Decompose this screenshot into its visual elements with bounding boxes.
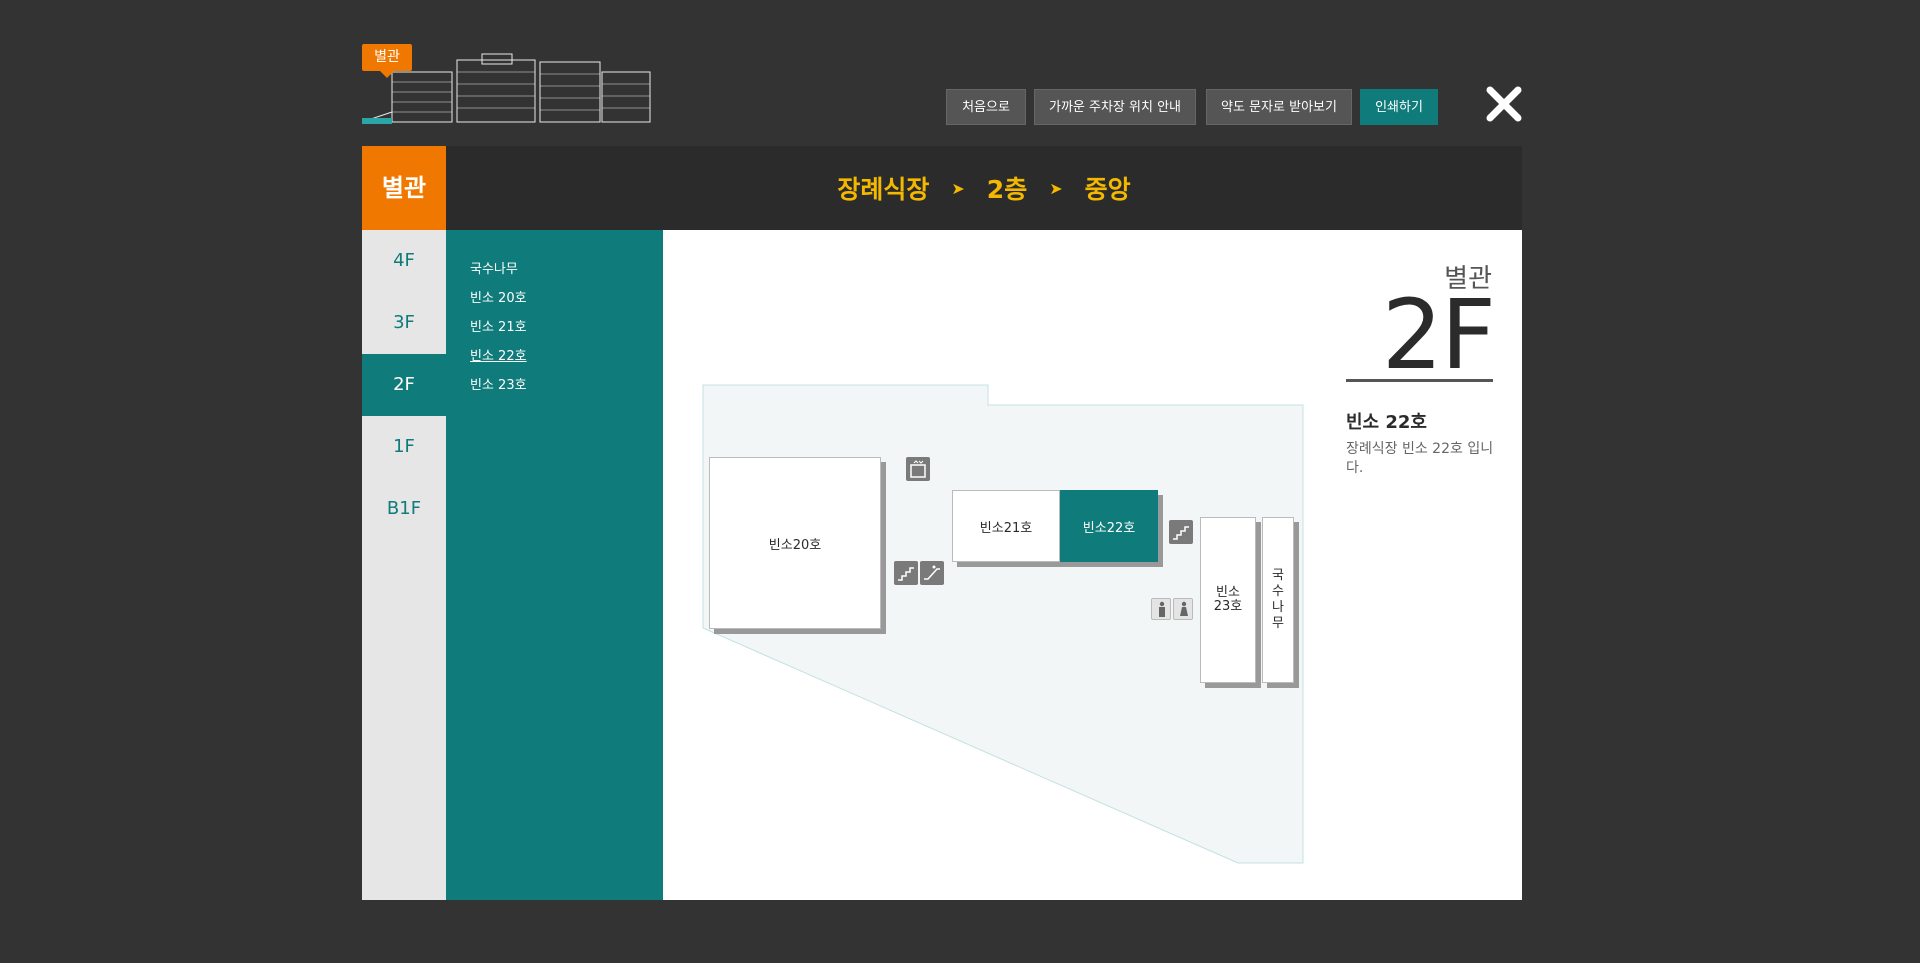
room-link-22[interactable]: 빈소 22호 <box>470 345 527 364</box>
divider <box>1346 379 1493 382</box>
info-title: 빈소 22호 <box>1346 412 1427 433</box>
elevator-icon <box>906 457 930 481</box>
floor-tab-b1f[interactable]: B1F <box>362 478 446 540</box>
room-21[interactable]: 빈소21호 <box>952 490 1060 562</box>
sms-map-button[interactable]: 약도 문자로 받아보기 <box>1206 89 1352 125</box>
stairs-icon <box>894 561 918 585</box>
info-floor: 2F <box>1381 279 1496 391</box>
breadcrumb-item: 중앙 <box>1084 175 1131 204</box>
floor-tab-4f[interactable]: 4F <box>362 230 446 292</box>
parking-guide-button[interactable]: 가까운 주차장 위치 안내 <box>1034 89 1196 125</box>
building-label: 별관 <box>362 146 446 230</box>
stairs-icon <box>1169 520 1193 544</box>
restroom-female-icon <box>1173 598 1193 620</box>
print-button[interactable]: 인쇄하기 <box>1360 89 1438 125</box>
chevron-right-icon: ➤ <box>951 178 965 198</box>
room-link-noodle[interactable]: 국수나무 <box>470 258 518 277</box>
home-button[interactable]: 처음으로 <box>946 89 1026 125</box>
room-list: 국수나무 빈소 20호 빈소 21호 빈소 22호 빈소 23호 <box>446 230 663 900</box>
room-22[interactable]: 빈소22호 <box>1060 490 1158 562</box>
room-link-23[interactable]: 빈소 23호 <box>470 374 527 393</box>
breadcrumb: 장례식장 ➤ 2층 ➤ 중앙 <box>446 146 1522 230</box>
breadcrumb-item: 2층 <box>986 175 1028 204</box>
breadcrumb-item: 장례식장 <box>837 175 930 204</box>
room-link-21[interactable]: 빈소 21호 <box>470 316 527 335</box>
building-tag: 별관 <box>362 44 412 78</box>
floor-tab-2f[interactable]: 2F <box>362 354 446 416</box>
info-description: 장례식장 빈소 22호 입니다. <box>1346 441 1494 476</box>
floor-selector: 4F 3F 2F 1F B1F <box>362 230 446 900</box>
floor-tab-3f[interactable]: 3F <box>362 292 446 354</box>
room-20[interactable]: 빈소20호 <box>709 457 881 629</box>
room-noodle[interactable]: 국 수 나 무 <box>1262 517 1294 683</box>
close-icon[interactable] <box>1484 84 1524 124</box>
restroom-male-icon <box>1151 598 1171 620</box>
room-23[interactable]: 빈소 23호 <box>1200 517 1256 683</box>
floor-tab-1f[interactable]: 1F <box>362 416 446 478</box>
room-link-20[interactable]: 빈소 20호 <box>470 287 527 306</box>
chevron-right-icon: ➤ <box>1049 178 1063 198</box>
escalator-icon <box>920 561 944 585</box>
